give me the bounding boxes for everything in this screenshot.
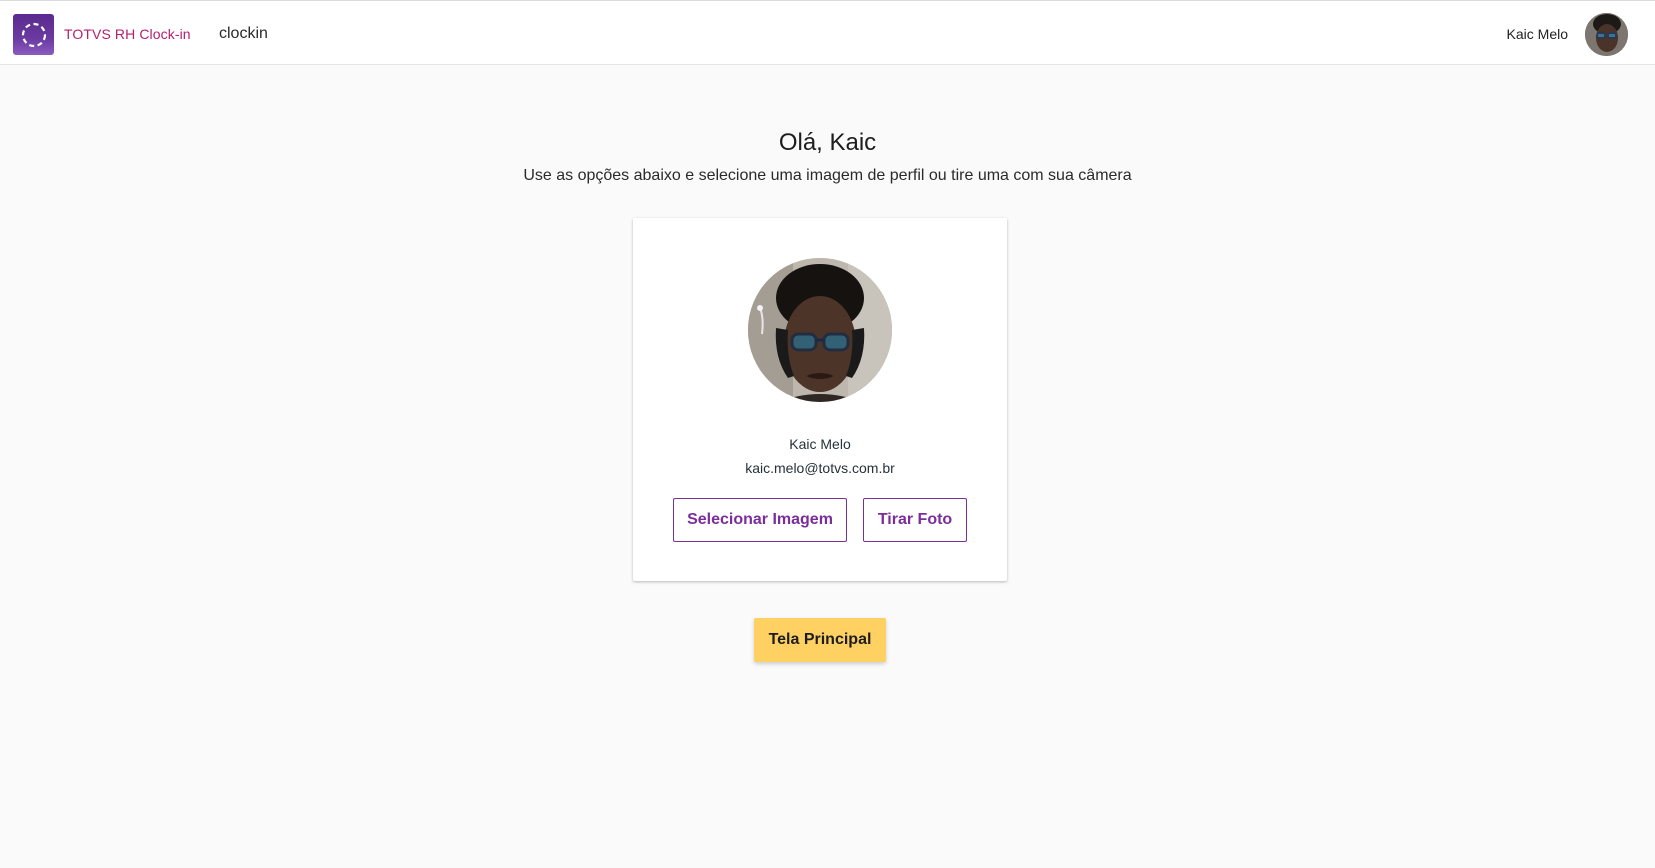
header-user-name[interactable]: Kaic Melo: [1507, 26, 1568, 42]
profile-name: Kaic Melo: [789, 436, 851, 452]
profile-email: kaic.melo@totvs.com.br: [745, 460, 895, 476]
main-screen-button[interactable]: Tela Principal: [754, 618, 886, 662]
take-photo-button[interactable]: Tirar Foto: [863, 498, 967, 542]
profile-photo: [748, 258, 892, 402]
brand-name[interactable]: TOTVS RH Clock-in: [64, 26, 191, 42]
page-subtitle: Use as opções abaixo e selecione uma ima…: [523, 167, 1132, 184]
select-image-button[interactable]: Selecionar Imagem: [673, 498, 847, 542]
page-title: Olá, Kaic: [778, 129, 877, 156]
avatar[interactable]: [1585, 13, 1628, 56]
top-bar: TOTVS RH Clock-in clockin Kaic Melo: [0, 0, 1655, 65]
app-name: clockin: [219, 25, 268, 42]
app-logo-icon[interactable]: [13, 14, 54, 55]
profile-card: Kaic Melo kaic.melo@totvs.com.br Selecio…: [633, 218, 1007, 581]
